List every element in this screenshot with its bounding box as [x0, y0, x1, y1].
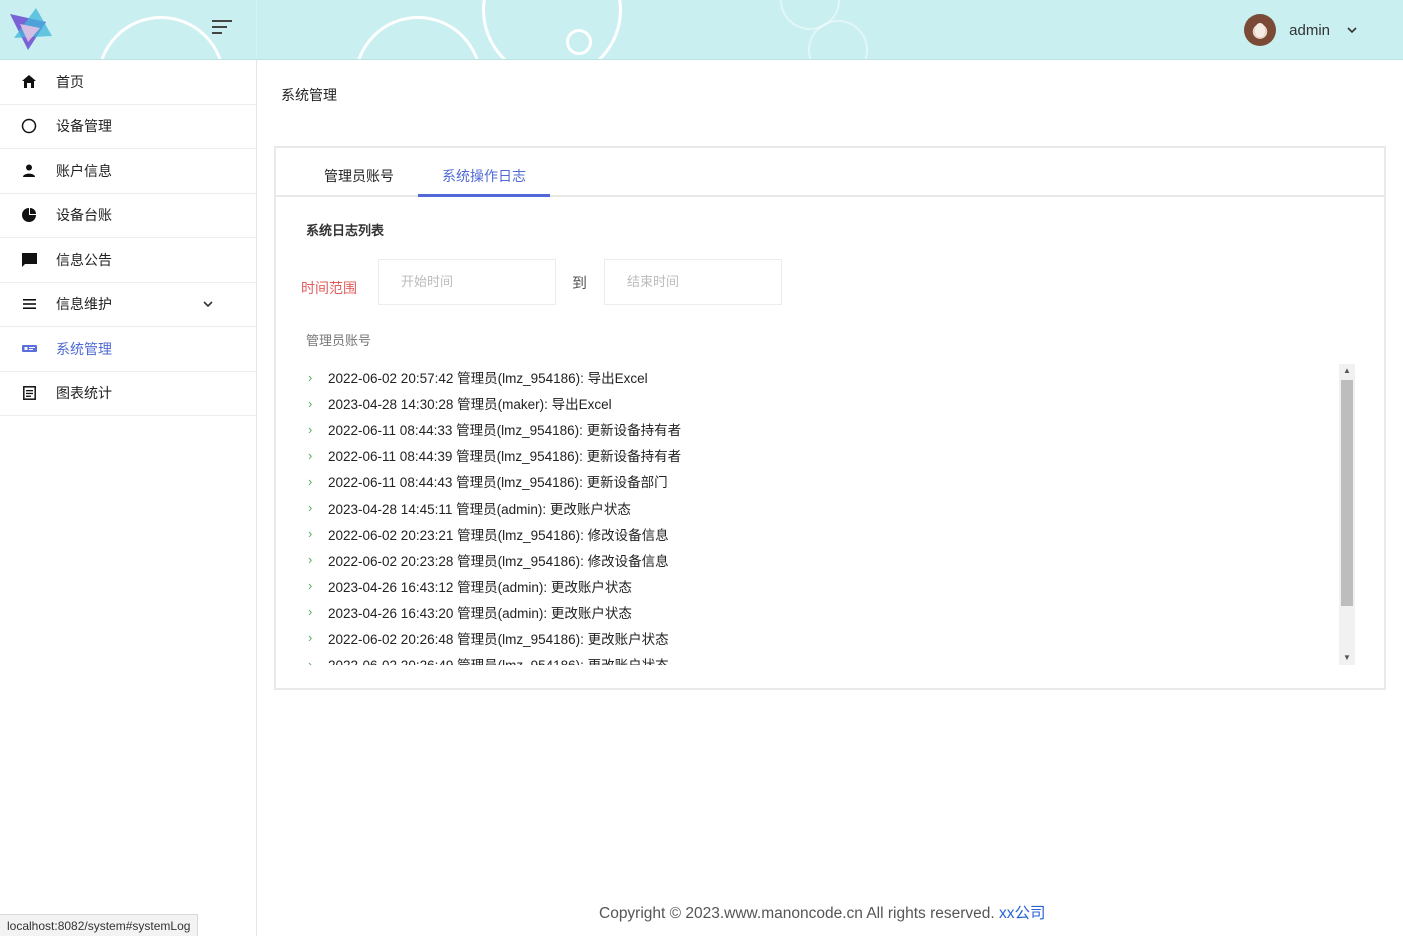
log-item[interactable]: › 2022-06-02 20:23:28 管理员(lmz_954186): 修改…	[302, 547, 1332, 573]
log-text: 2023-04-28 14:45:11 管理员(admin): 更改账户状态	[328, 501, 631, 517]
log-text: 2022-06-02 20:23:28 管理员(lmz_954186): 修改设…	[328, 553, 669, 569]
pie-chart-icon	[20, 206, 38, 224]
username-label: admin	[1289, 21, 1330, 39]
log-text: 2022-06-02 20:23:21 管理员(lmz_954186): 修改设…	[328, 527, 669, 543]
admin-account-label: 管理员账号	[306, 333, 372, 348]
home-icon	[20, 73, 38, 91]
logo-icon[interactable]	[6, 6, 54, 54]
end-time-input[interactable]: 结束时间	[604, 259, 782, 305]
list-icon	[20, 295, 38, 313]
tab-system-operation-log[interactable]: 系统操作日志	[418, 148, 550, 197]
chevron-right-icon[interactable]: ›	[302, 474, 328, 489]
log-item[interactable]: › 2022-06-11 08:44:43 管理员(lmz_954186): 更新…	[302, 468, 1332, 494]
scroll-down-arrow-icon[interactable]: ▼	[1339, 651, 1355, 665]
sidebar-toggle-button[interactable]	[212, 20, 232, 38]
chevron-right-icon[interactable]: ›	[302, 500, 328, 515]
start-time-input[interactable]: 开始时间	[378, 259, 556, 305]
sidebar-item-label: 设备台账	[56, 207, 112, 224]
log-item[interactable]: › 2022-06-02 20:26:48 管理员(lmz_954186): 更改…	[302, 625, 1332, 651]
log-item[interactable]: › 2023-04-28 14:45:11 管理员(admin): 更改账户状态	[302, 494, 1332, 520]
sidebar-item-label: 系统管理	[56, 340, 112, 357]
log-text: 2022-06-11 08:44:39 管理员(lmz_954186): 更新设…	[328, 449, 682, 465]
chevron-right-icon[interactable]: ›	[302, 448, 328, 463]
chevron-right-icon[interactable]: ›	[302, 370, 328, 385]
browser-status-url: localhost:8082/system#systemLog	[0, 914, 199, 936]
sidebar-item-device-ledger[interactable]: 设备台账	[0, 194, 256, 238]
chat-bubble-icon	[20, 251, 38, 269]
chevron-down-icon[interactable]	[1346, 24, 1358, 36]
top-header: admin	[0, 0, 1403, 60]
log-scrollbar[interactable]: ▲ ▼	[1339, 364, 1355, 665]
chevron-right-icon[interactable]: ›	[302, 630, 328, 645]
log-item[interactable]: › 2022-06-11 08:44:39 管理员(lmz_954186): 更新…	[302, 442, 1332, 468]
log-item[interactable]: › 2023-04-26 16:43:12 管理员(admin): 更改账户状态	[302, 573, 1332, 599]
chevron-down-icon[interactable]	[202, 298, 214, 310]
sidebar: 首页 设备管理 账户信息 设备台账 信息公告 信息维护 系统管理 图表统计	[0, 60, 257, 936]
footer: Copyright © 2023.www.manoncode.cn All ri…	[599, 901, 1046, 923]
chevron-right-icon[interactable]: ›	[302, 526, 328, 541]
document-icon	[20, 384, 38, 402]
page-title: 系统管理	[281, 87, 337, 103]
log-text: 2022-06-02 20:26:48 管理员(lmz_954186): 更改账…	[328, 631, 669, 647]
log-list: › 2022-06-02 20:57:42 管理员(lmz_954186): 导出…	[302, 364, 1332, 665]
log-text: 2023-04-28 14:30:28 管理员(maker): 导出Excel	[328, 397, 612, 413]
badge-icon	[20, 340, 38, 358]
log-item[interactable]: › 2022-06-02 20:23:21 管理员(lmz_954186): 修改…	[302, 521, 1332, 547]
user-avatar[interactable]	[1244, 14, 1277, 46]
scrollbar-thumb[interactable]	[1341, 380, 1353, 606]
chevron-right-icon[interactable]: ›	[302, 396, 328, 411]
log-item[interactable]: › 2023-04-26 16:43:20 管理员(admin): 更改账户状态	[302, 599, 1332, 625]
sidebar-item-info-maintenance[interactable]: 信息维护	[0, 283, 256, 327]
sidebar-item-label: 图表统计	[56, 385, 112, 402]
log-text: 2022-06-11 08:44:33 管理员(lmz_954186): 更新设…	[328, 423, 682, 439]
time-range-label: 时间范围	[301, 280, 357, 296]
chevron-right-icon[interactable]: ›	[302, 657, 328, 665]
log-text: 2022-06-11 08:44:43 管理员(lmz_954186): 更新设…	[328, 475, 668, 491]
log-text: 2022-06-02 20:26:49 管理员(lmz_954186): 更改账…	[328, 654, 669, 665]
sidebar-item-announcements[interactable]: 信息公告	[0, 238, 256, 283]
sidebar-item-label: 信息维护	[56, 296, 112, 313]
sidebar-item-home[interactable]: 首页	[0, 60, 256, 105]
sidebar-item-label: 首页	[56, 73, 84, 90]
log-text: 2022-06-02 20:57:42 管理员(lmz_954186): 导出E…	[328, 371, 648, 387]
system-card: 管理员账号 系统操作日志 系统日志列表 时间范围 开始时间 到 结束时间 管理员…	[274, 146, 1386, 690]
log-text: 2023-04-26 16:43:12 管理员(admin): 更改账户状态	[328, 579, 632, 595]
sidebar-item-system-management[interactable]: 系统管理	[0, 327, 256, 372]
sidebar-item-label: 信息公告	[56, 251, 112, 268]
sidebar-item-chart-statistics[interactable]: 图表统计	[0, 372, 256, 416]
chevron-right-icon[interactable]: ›	[302, 604, 328, 619]
brand-area	[0, 0, 257, 59]
log-item[interactable]: › 2023-04-28 14:30:28 管理员(maker): 导出Excel	[302, 390, 1332, 416]
chevron-right-icon[interactable]: ›	[302, 552, 328, 567]
copyright-text: Copyright © 2023.www.manoncode.cn All ri…	[599, 905, 995, 922]
tab-admin-accounts[interactable]: 管理员账号	[298, 148, 420, 197]
section-title: 系统日志列表	[306, 223, 385, 238]
log-text: 2023-04-26 16:43:20 管理员(admin): 更改账户状态	[328, 605, 632, 621]
company-link[interactable]: xx公司	[999, 905, 1046, 922]
log-item[interactable]: › 2022-06-02 20:57:42 管理员(lmz_954186): 导出…	[302, 364, 1332, 390]
scroll-up-arrow-icon[interactable]: ▲	[1339, 364, 1355, 378]
log-list-container[interactable]: › 2022-06-02 20:57:42 管理员(lmz_954186): 导出…	[302, 364, 1355, 665]
sidebar-item-label: 账户信息	[56, 162, 112, 179]
sidebar-item-account-info[interactable]: 账户信息	[0, 149, 256, 194]
to-label: 到	[572, 275, 588, 292]
sidebar-item-device-management[interactable]: 设备管理	[0, 105, 256, 149]
log-item[interactable]: ›2022-06-02 20:26:49 管理员(lmz_954186): 更改…	[302, 651, 1332, 665]
sidebar-item-label: 设备管理	[56, 118, 112, 135]
log-item[interactable]: › 2022-06-11 08:44:33 管理员(lmz_954186): 更新…	[302, 416, 1332, 442]
user-menu[interactable]: admin	[1244, 13, 1358, 47]
chevron-right-icon[interactable]: ›	[302, 578, 328, 593]
person-icon	[20, 162, 38, 180]
circle-icon	[20, 117, 38, 135]
chevron-right-icon[interactable]: ›	[302, 422, 328, 437]
tab-bar: 管理员账号 系统操作日志	[276, 148, 1384, 197]
